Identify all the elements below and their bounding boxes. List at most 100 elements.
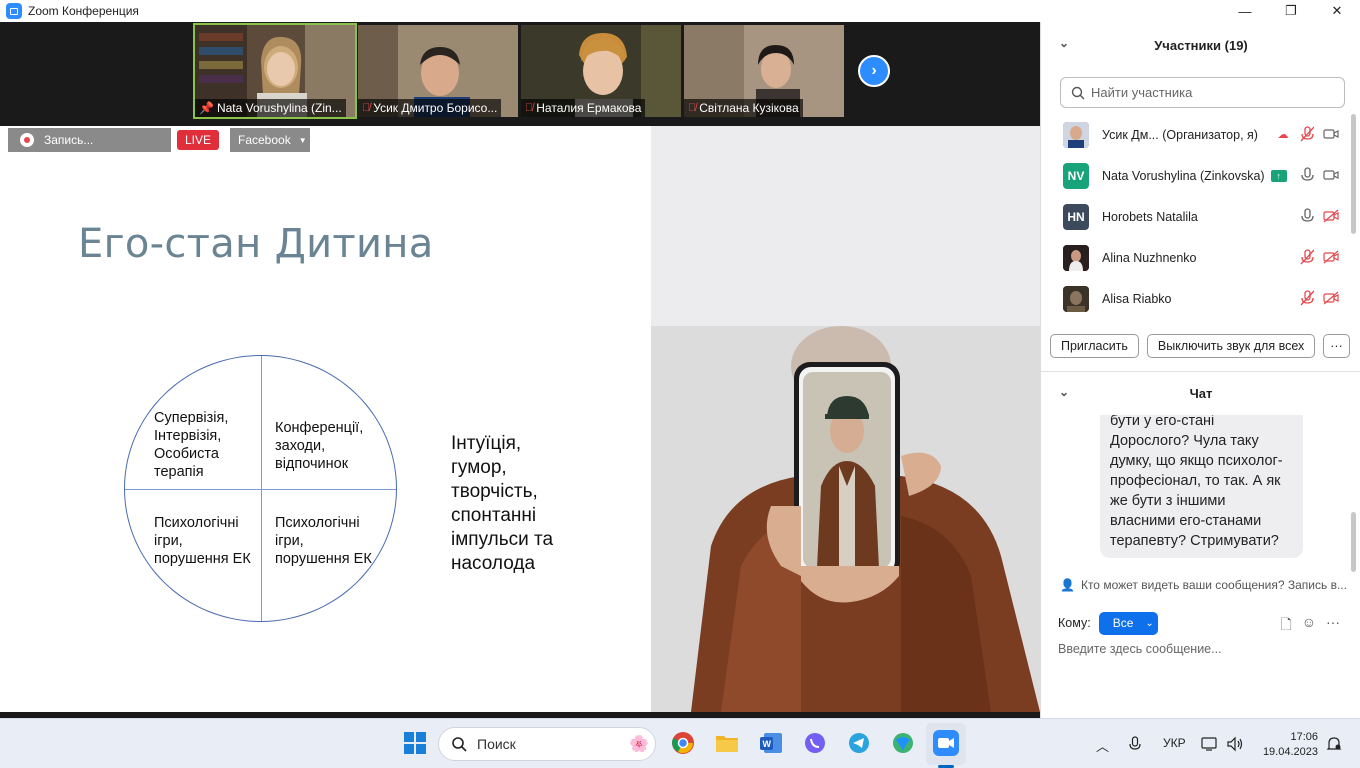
- live-badge: LIVE: [177, 130, 220, 150]
- side-panel: ⌄ Участники (19) Найти участника Усик Дм…: [1040, 22, 1360, 718]
- recording-icon: [20, 133, 34, 147]
- slide-photo: [651, 126, 1040, 712]
- recording-label: Запись...: [44, 133, 94, 147]
- network-icon[interactable]: [1201, 736, 1219, 755]
- participant-row[interactable]: HN Horobets Natalila: [1041, 196, 1351, 237]
- telegram-app-icon[interactable]: [845, 729, 873, 757]
- participant-row[interactable]: Alina Nuzhnenko: [1041, 237, 1351, 278]
- stream-platform-dropdown[interactable]: Facebook ▼: [230, 128, 310, 152]
- participants-title: Участники (19): [1154, 37, 1248, 53]
- video-tile[interactable]: 🎙̸ Світлана Кузікова: [684, 25, 844, 117]
- zoom-app-taskbar-icon[interactable]: [932, 729, 960, 757]
- taskbar-search-box[interactable]: Поиск 🌸: [438, 727, 656, 761]
- chat-message-input[interactable]: Введите здесь сообщение...: [1058, 642, 1222, 656]
- avatar-photo: [1063, 244, 1089, 271]
- collapse-chat-chevron-icon[interactable]: ⌄: [1059, 385, 1069, 399]
- file-explorer-icon[interactable]: [713, 729, 741, 757]
- recipient-label: Кому:: [1058, 616, 1091, 630]
- file-icon[interactable]: 🗋: [1280, 614, 1291, 638]
- mic-on-icon: [1299, 167, 1315, 183]
- search-placeholder: Найти участника: [1091, 85, 1193, 100]
- person-with-phone-image: [651, 126, 1040, 712]
- collapse-participants-chevron-icon[interactable]: ⌄: [1059, 36, 1069, 50]
- volume-icon[interactable]: [1226, 736, 1244, 755]
- viber-app-icon[interactable]: [801, 729, 829, 757]
- chrome-app-icon[interactable]: [669, 729, 697, 757]
- participant-row[interactable]: Усик Дм... (Организатор, я) ☁: [1041, 114, 1351, 155]
- chat-title: Чат: [1189, 385, 1213, 401]
- clock[interactable]: 17:06 19.04.2023: [1256, 730, 1318, 760]
- windows-taskbar: Поиск 🌸 W ︿ УКР 17:06 19.04.2023: [0, 718, 1360, 768]
- recording-indicator[interactable]: Запись...: [8, 128, 171, 152]
- mute-all-button[interactable]: Выключить звук для всех: [1146, 334, 1316, 358]
- participant-name: Наталия Ермакова: [536, 101, 642, 115]
- slide-title: Его-стан Дитина: [78, 221, 434, 267]
- emoji-icon[interactable]: ☺: [1302, 614, 1316, 638]
- participant-search-input[interactable]: Найти участника: [1060, 77, 1345, 108]
- mic-muted-icon: 🎙̸: [688, 102, 697, 114]
- participant-status-icons: [1299, 290, 1339, 306]
- minimize-button[interactable]: —: [1222, 0, 1268, 22]
- window-title: Zoom Конференция: [28, 4, 139, 18]
- chat-scrollbar[interactable]: [1351, 512, 1356, 572]
- share-screen-icon: ↑: [1270, 169, 1287, 182]
- avatar: NV: [1063, 162, 1089, 189]
- close-button[interactable]: ✕: [1314, 0, 1360, 22]
- participant-name: Alisa Riabko: [1102, 291, 1172, 306]
- taskbar-search-label: Поиск: [477, 736, 516, 752]
- tile-name-label: 🎙̸ Усик Дмитро Борисо...: [358, 99, 502, 117]
- message-visibility-text: Кто может видеть ваши сообщения? Запись …: [1080, 578, 1347, 592]
- avatar: [1063, 244, 1089, 271]
- notifications-icon[interactable]: [1326, 736, 1342, 755]
- video-on-icon: [1323, 126, 1339, 142]
- participants-header: ⌄ Участники (19): [1041, 22, 1360, 68]
- participant-row[interactable]: Alisa Riabko: [1041, 278, 1351, 319]
- participant-name: Усик Дм... (Организатор, я): [1102, 127, 1258, 142]
- search-highlight-icon: 🌸: [629, 736, 649, 753]
- participant-status-icons: [1299, 249, 1339, 265]
- more-options-button[interactable]: ···: [1323, 334, 1350, 358]
- more-icon[interactable]: ···: [1326, 614, 1340, 638]
- maximize-button[interactable]: ❐: [1268, 0, 1314, 22]
- mic-muted-icon: 🎙̸: [362, 102, 371, 114]
- tile-name-label: 📌 Nata Vorushylina (Zin...: [195, 99, 346, 117]
- participant-list: Усик Дм... (Организатор, я) ☁ NV Nata Vo…: [1041, 114, 1351, 319]
- mic-on-icon: [1299, 208, 1315, 224]
- stream-platform-label: Facebook: [238, 133, 291, 147]
- chat-message-bubble: бути у его-стані Дорослого? Чула таку ду…: [1100, 415, 1303, 558]
- video-off-icon: [1323, 208, 1339, 224]
- cloud-record-icon: ☁: [1277, 128, 1289, 141]
- language-indicator[interactable]: УКР: [1163, 736, 1186, 750]
- video-tile[interactable]: 🎙̸ Наталия Ермакова: [521, 25, 681, 117]
- show-hidden-icons-chevron[interactable]: ︿: [1096, 736, 1109, 755]
- word-app-icon[interactable]: W: [757, 729, 785, 757]
- next-page-button[interactable]: ›: [858, 55, 890, 87]
- quadrant-bottom-left-text: Психологічні ігри, порушення ЕК: [154, 515, 251, 567]
- zoom-app-icon: [6, 3, 22, 19]
- participant-row[interactable]: NV Nata Vorushylina (Zinkovska) ↑: [1041, 155, 1351, 196]
- participants-scrollbar[interactable]: [1351, 114, 1356, 234]
- zoom-window: Zoom Конференция — ❐ ✕ 📌 Nata Vorushylina…: [0, 0, 1360, 768]
- tile-name-label: 🎙̸ Наталия Ермакова: [521, 99, 646, 117]
- participant-status-icons: [1299, 167, 1339, 183]
- video-tile[interactable]: 🎙̸ Усик Дмитро Борисо...: [358, 25, 518, 117]
- chevron-down-icon: ⌄: [1145, 617, 1154, 629]
- video-strip: 📌 Nata Vorushylina (Zin... 🎙̸ Усик Дмитро …: [0, 22, 1040, 126]
- microphone-tray-icon[interactable]: [1129, 736, 1141, 755]
- recipient-dropdown[interactable]: Все ⌄: [1098, 611, 1158, 635]
- video-tile[interactable]: 📌 Nata Vorushylina (Zin...: [193, 23, 357, 119]
- recipient-value: Все: [1112, 616, 1134, 630]
- message-visibility-note[interactable]: 👤 Кто может видеть ваши сообщения? Запис…: [1060, 578, 1350, 592]
- maps-app-icon[interactable]: [889, 729, 917, 757]
- participant-name: Світлана Кузікова: [699, 101, 799, 115]
- search-icon: [452, 737, 467, 752]
- participant-name: Усик Дмитро Борисо...: [373, 101, 498, 115]
- participant-name: Nata Vorushylina (Zinkovska): [1102, 168, 1265, 183]
- clock-time: 17:06: [1290, 731, 1318, 743]
- invite-button[interactable]: Пригласить: [1050, 334, 1139, 358]
- chat-tools: 🗋 ☺ ···: [1280, 614, 1340, 638]
- avatar: HN: [1063, 203, 1089, 230]
- start-button[interactable]: [401, 729, 429, 757]
- quadrant-top-left-text: Супервізія, Інтервізія, Особиста терапія: [154, 410, 229, 480]
- search-icon: [1071, 86, 1085, 99]
